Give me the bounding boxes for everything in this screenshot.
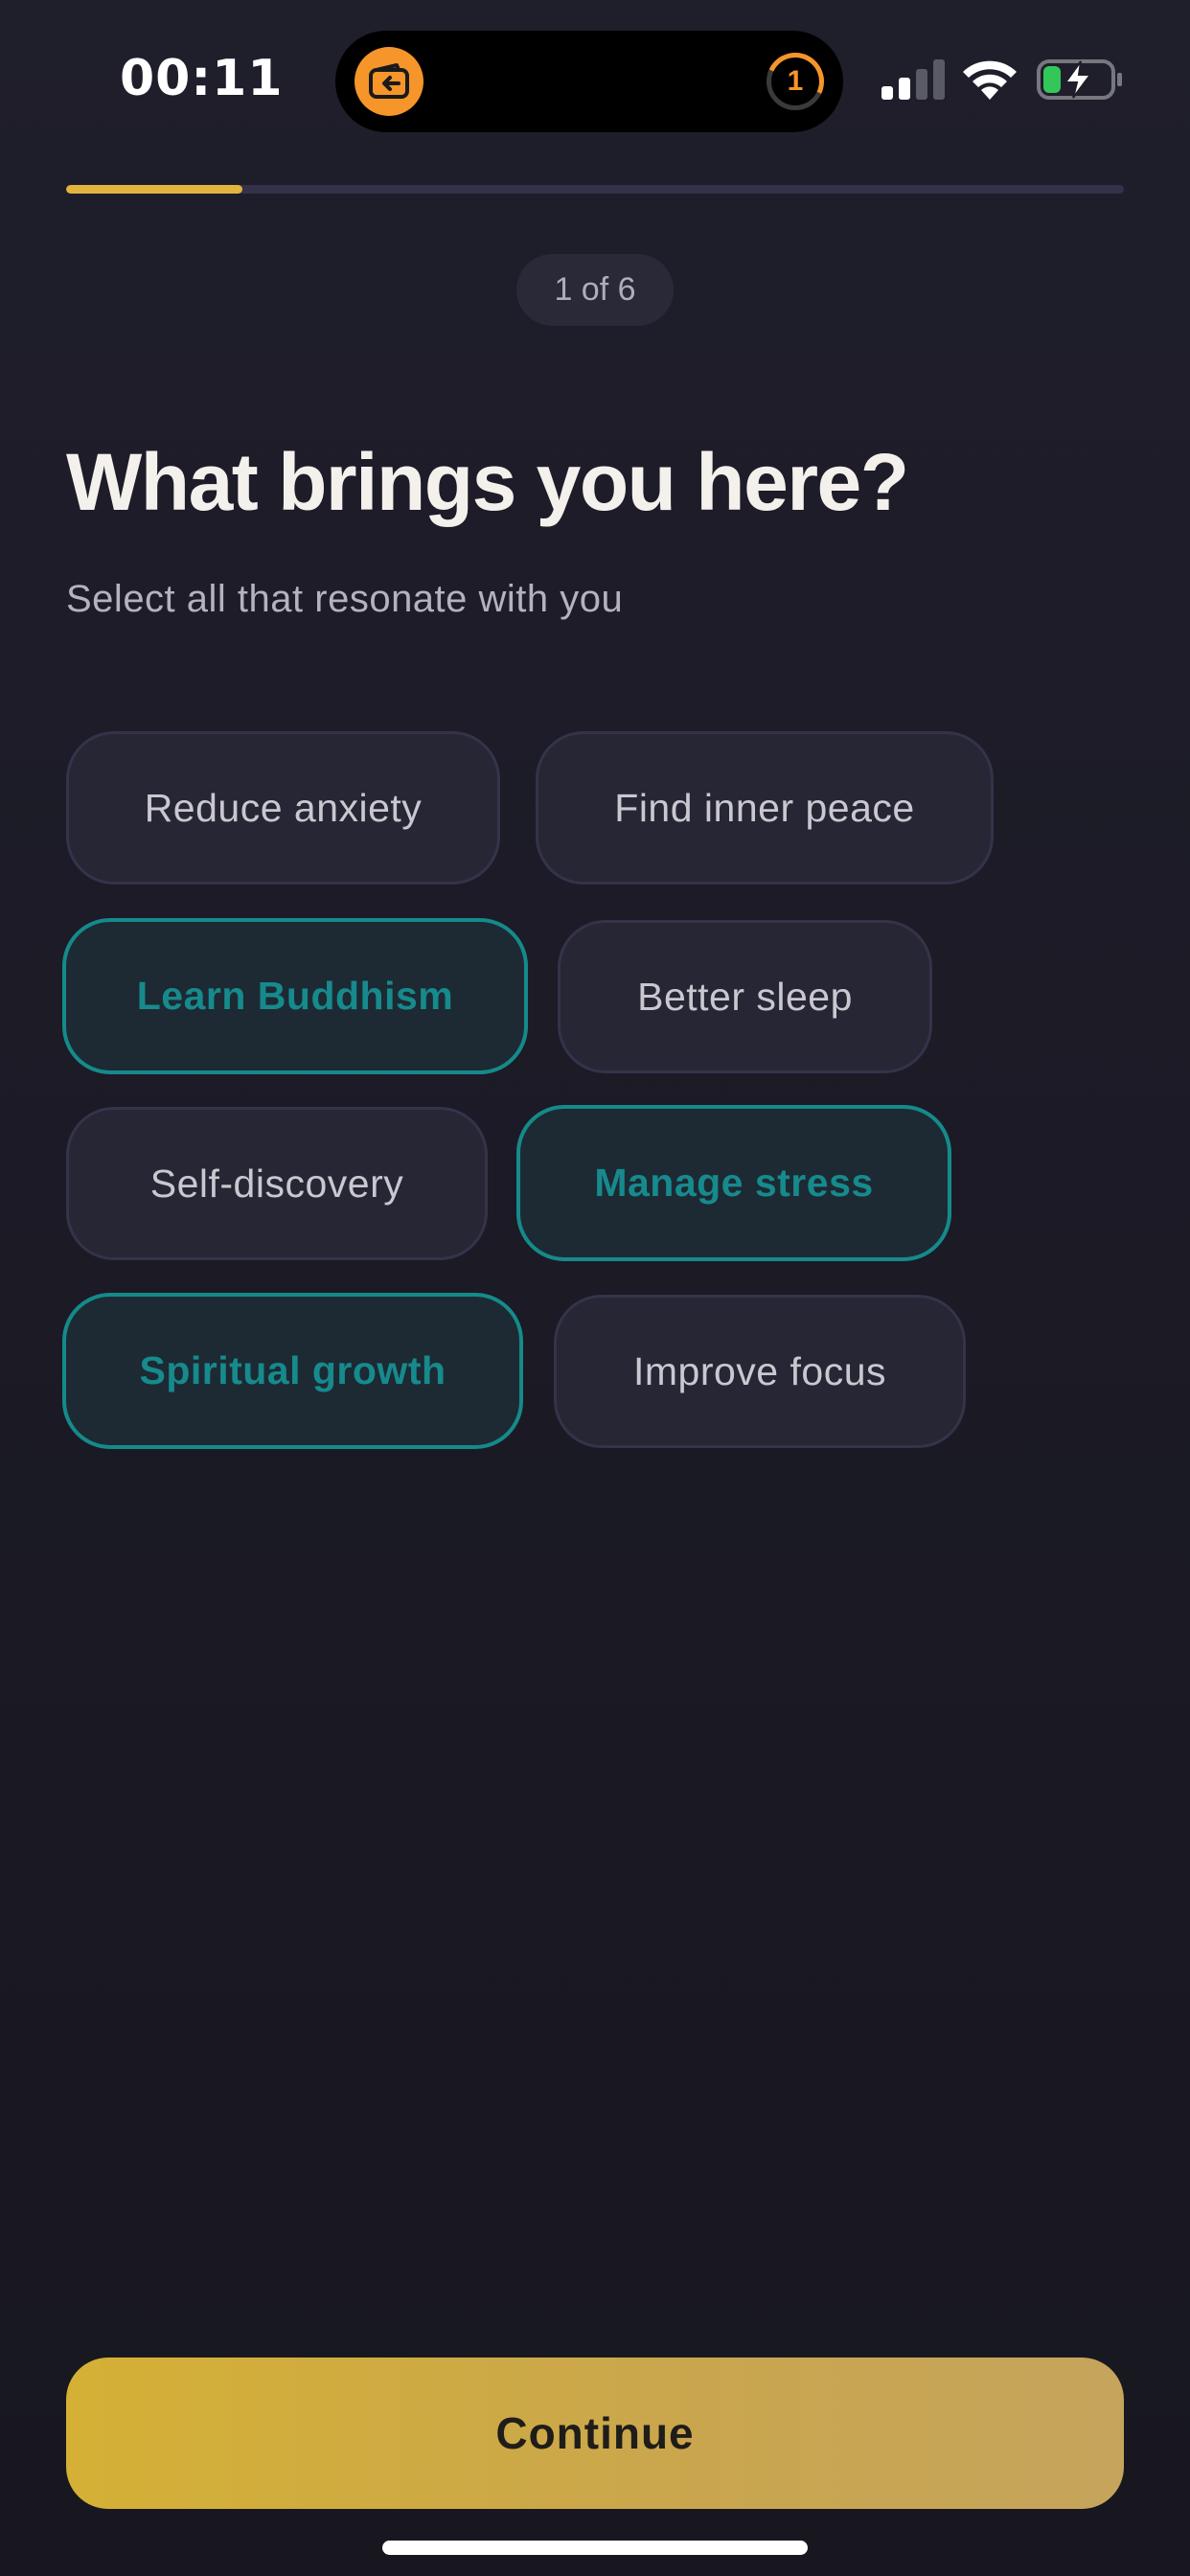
- progress-fill: [66, 185, 243, 194]
- page-title: What brings you here?: [66, 437, 909, 527]
- timer-icon[interactable]: 1: [767, 53, 824, 110]
- option-label: Reduce anxiety: [144, 785, 423, 830]
- status-time: 00:11: [120, 50, 284, 107]
- option-label: Spiritual growth: [139, 1348, 446, 1392]
- wifi-icon: [963, 60, 1017, 100]
- option-better-sleep[interactable]: Better sleep: [558, 920, 932, 1073]
- battery-charging-icon: [1037, 59, 1122, 100]
- option-label: Find inner peace: [614, 785, 915, 830]
- dynamic-island[interactable]: 1: [335, 31, 843, 132]
- option-label: Learn Buddhism: [136, 974, 454, 1018]
- onboarding-screen: 00:11 1 1 of 6 What brings you here? Sel…: [0, 0, 1190, 2576]
- home-indicator[interactable]: [382, 2541, 808, 2555]
- option-reduce-anxiety[interactable]: Reduce anxiety: [66, 731, 500, 885]
- wallet-arrow-icon[interactable]: [355, 47, 423, 116]
- option-manage-stress[interactable]: Manage stress: [516, 1105, 951, 1261]
- option-improve-focus[interactable]: Improve focus: [554, 1295, 966, 1448]
- timer-value: 1: [787, 65, 804, 97]
- option-label: Improve focus: [633, 1348, 886, 1393]
- option-label: Self-discovery: [149, 1161, 404, 1206]
- option-label: Better sleep: [637, 974, 853, 1019]
- page-subtitle: Select all that resonate with you: [66, 578, 624, 620]
- step-indicator: 1 of 6: [516, 254, 674, 326]
- option-label: Manage stress: [594, 1161, 874, 1205]
- option-spiritual-growth[interactable]: Spiritual growth: [62, 1293, 523, 1449]
- option-find-inner-peace[interactable]: Find inner peace: [536, 731, 994, 885]
- onboarding-progress-bar: [66, 185, 1124, 194]
- continue-button[interactable]: Continue: [66, 2358, 1124, 2509]
- option-self-discovery[interactable]: Self-discovery: [66, 1107, 488, 1260]
- cellular-signal-icon: [881, 59, 945, 100]
- option-learn-buddhism[interactable]: Learn Buddhism: [62, 918, 528, 1074]
